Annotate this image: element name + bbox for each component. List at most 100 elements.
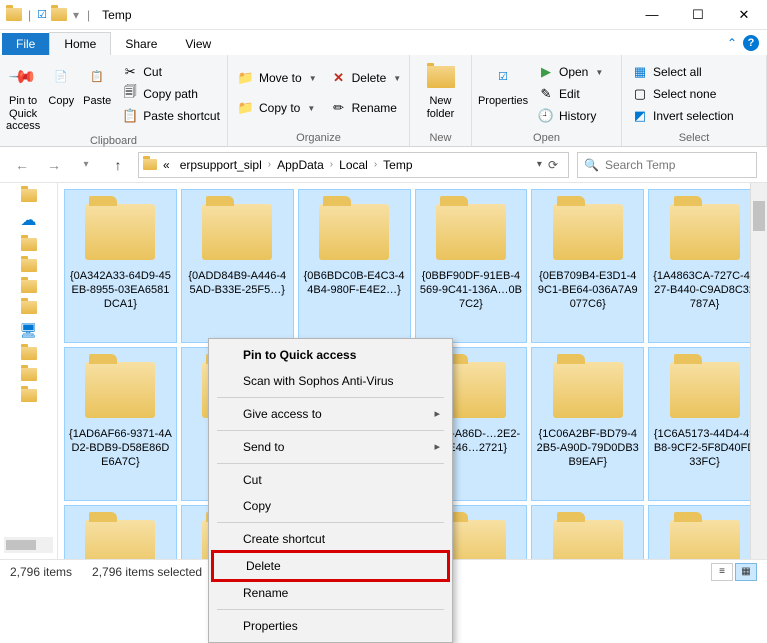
dropdown-icon[interactable]: ▾ — [537, 159, 542, 170]
delete-button[interactable]: ✕Delete▼ — [327, 68, 406, 88]
tab-file[interactable]: File — [2, 33, 49, 55]
folder-icon — [85, 204, 155, 260]
history-button[interactable]: 🕘History — [534, 106, 607, 126]
select-none-button[interactable]: ▢Select none — [628, 84, 738, 104]
tab-home[interactable]: Home — [49, 32, 111, 55]
history-icon: 🕘 — [538, 108, 554, 124]
new-folder-label: New folder — [416, 95, 465, 120]
edit-button[interactable]: ✎Edit — [534, 84, 607, 104]
tree-item-icon[interactable] — [21, 301, 37, 314]
select-all-icon: ▦ — [632, 64, 648, 80]
ctx-scan-virus[interactable]: Scan with Sophos Anti-Virus — [211, 368, 450, 394]
copy-to-button[interactable]: 📁Copy to▼ — [234, 98, 321, 118]
ctx-delete[interactable]: Delete — [214, 553, 447, 579]
tree-item-icon[interactable] — [21, 347, 37, 360]
search-input[interactable]: 🔍 Search Temp — [577, 152, 757, 178]
paste-shortcut-icon: 📋 — [122, 108, 138, 124]
details-view-button[interactable]: ≡ — [711, 563, 733, 581]
nav-tree[interactable]: ☁ 🖥 — [0, 183, 58, 559]
chevron-right-icon[interactable]: › — [374, 159, 377, 170]
refresh-icon[interactable]: ⟳ — [548, 158, 558, 172]
folder-item[interactable] — [64, 505, 177, 559]
rename-button[interactable]: ✏Rename — [327, 98, 406, 118]
forward-button[interactable]: → — [42, 153, 66, 177]
tree-item-icon[interactable] — [21, 238, 37, 251]
folder-icon — [6, 8, 22, 21]
ctx-create-shortcut[interactable]: Create shortcut — [211, 526, 450, 552]
folder-item[interactable]: {0A342A33-64D9-45EB-8955-03EA6581DCA1} — [64, 189, 177, 343]
breadcrumb-prefix[interactable]: « — [159, 156, 174, 174]
tree-item-icon[interactable] — [21, 189, 37, 202]
breadcrumb-item[interactable]: Temp — [379, 156, 416, 174]
folder-item[interactable] — [648, 505, 761, 559]
tab-view[interactable]: View — [171, 33, 225, 55]
folder-item[interactable]: {0ADD84B9-A446-45AD-B33E-25F5…} — [181, 189, 294, 343]
copy-path-button[interactable]: 🗐Copy path — [118, 84, 224, 104]
pin-icon: 📌 — [2, 56, 44, 98]
ctx-rename[interactable]: Rename — [211, 580, 450, 606]
close-button[interactable]: ✕ — [721, 0, 767, 30]
tree-item-icon[interactable] — [21, 389, 37, 402]
properties-label: Properties — [478, 95, 528, 108]
minimize-button[interactable]: — — [629, 0, 675, 30]
ctx-send-to[interactable]: Send to▸ — [211, 434, 450, 460]
separator — [217, 522, 444, 523]
collapse-ribbon-icon[interactable]: ⌃ — [727, 36, 737, 50]
ctx-copy[interactable]: Copy — [211, 493, 450, 519]
pin-quick-access-button[interactable]: 📌 Pin to Quick access — [6, 58, 40, 133]
folder-item[interactable] — [531, 505, 644, 559]
folder-icon — [319, 204, 389, 260]
invert-selection-button[interactable]: ◩Invert selection — [628, 106, 738, 126]
cut-button[interactable]: ✂Cut — [118, 62, 224, 82]
folder-item[interactable]: {1C6A5173-44D4-49B8-9CF2-5F8D40FD33FC} — [648, 347, 761, 501]
horizontal-scrollbar[interactable] — [4, 537, 53, 553]
properties-button[interactable]: ☑ Properties — [478, 58, 528, 108]
group-label: Open — [478, 130, 615, 146]
paste-shortcut-button[interactable]: 📋Paste shortcut — [118, 106, 224, 126]
tree-item-icon[interactable] — [21, 368, 37, 381]
paste-button[interactable]: 📋 Paste — [82, 58, 112, 108]
select-all-button[interactable]: ▦Select all — [628, 62, 738, 82]
folder-item[interactable]: {1A4863CA-727C-4427-B440-C9AD8C32787A} — [648, 189, 761, 343]
copy-label: Copy — [48, 95, 74, 108]
group-label: Select — [628, 130, 760, 146]
onedrive-icon[interactable]: ☁ — [21, 210, 37, 230]
tree-item-icon[interactable] — [21, 259, 37, 272]
breadcrumb-item[interactable]: erpsupport_sipl — [176, 156, 266, 174]
scroll-thumb[interactable] — [753, 201, 765, 231]
folder-item[interactable]: {1AD6AF66-9371-4AD2-BDB9-D58E86DE6A7C} — [64, 347, 177, 501]
ctx-cut[interactable]: Cut — [211, 467, 450, 493]
back-button[interactable]: ← — [10, 153, 34, 177]
vertical-scrollbar[interactable] — [750, 183, 767, 559]
folder-item[interactable]: {0BBF90DF-91EB-4569-9C41-136A…0B7C2} — [415, 189, 528, 343]
up-button[interactable]: ↑ — [106, 153, 130, 177]
ctx-pin-quick-access[interactable]: Pin to Quick access — [211, 342, 450, 368]
highlighted-item: Delete — [211, 550, 450, 582]
chevron-right-icon[interactable]: › — [268, 159, 271, 170]
monitor-icon[interactable]: 🖥 — [20, 322, 38, 339]
ctx-properties[interactable]: Properties — [211, 613, 450, 639]
new-folder-button[interactable]: New folder — [416, 58, 465, 120]
folder-item[interactable]: {0EB709B4-E3D1-49C1-BE64-036A7A9077C6} — [531, 189, 644, 343]
tab-share[interactable]: Share — [111, 33, 171, 55]
recent-button[interactable]: ▾ — [74, 153, 98, 177]
move-to-button[interactable]: 📁Move to▼ — [234, 68, 321, 88]
chevron-down-icon: ▼ — [309, 74, 317, 83]
maximize-button[interactable]: ☐ — [675, 0, 721, 30]
folder-item[interactable]: {1C06A2BF-BD79-42B5-A90D-79D0DB3B9EAF} — [531, 347, 644, 501]
copy-button[interactable]: 📄 Copy — [46, 58, 76, 108]
chevron-right-icon[interactable]: › — [330, 159, 333, 170]
ctx-give-access[interactable]: Give access to▸ — [211, 401, 450, 427]
copy-to-icon: 📁 — [238, 100, 254, 116]
item-count: 2,796 items — [10, 565, 72, 579]
tree-item-icon[interactable] — [21, 280, 37, 293]
icons-view-button[interactable]: ▦ — [735, 563, 757, 581]
breadcrumb-item[interactable]: Local — [335, 156, 372, 174]
folder-item[interactable]: {0B6BDC0B-E4C3-44B4-980F-E4E2…} — [298, 189, 411, 343]
breadcrumb[interactable]: « erpsupport_sipl› AppData› Local› Temp … — [138, 152, 569, 178]
breadcrumb-item[interactable]: AppData — [273, 156, 328, 174]
dropdown-icon[interactable]: ▾ — [73, 8, 79, 22]
group-label: Clipboard — [6, 133, 221, 149]
help-icon[interactable]: ? — [743, 35, 759, 51]
open-button[interactable]: ▶Open▼ — [534, 62, 607, 82]
